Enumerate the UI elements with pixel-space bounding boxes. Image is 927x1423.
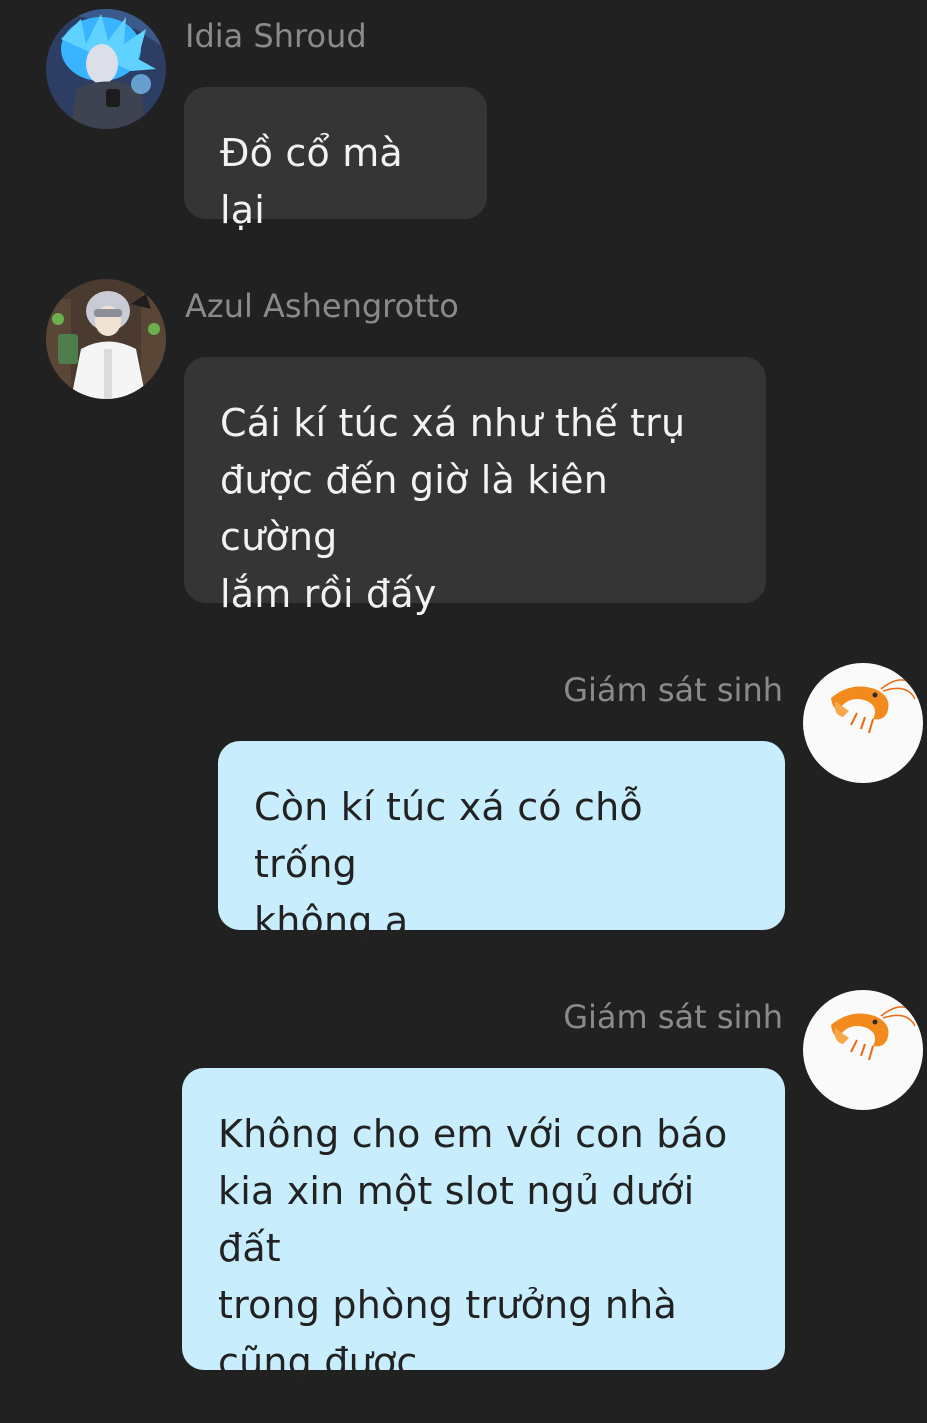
sender-name: Idia Shroud (185, 17, 367, 55)
message-bubble[interactable]: Cái kí túc xá như thế trụ được đến giờ l… (184, 357, 766, 616)
sender-name: Giám sát sinh (563, 998, 783, 1036)
white-coat-character-avatar-icon (46, 279, 166, 399)
sender-avatar[interactable] (803, 663, 923, 783)
sender-name: Giám sát sinh (563, 671, 783, 709)
message-bubble[interactable]: Không cho em với con báo kia xin một slo… (182, 1068, 785, 1384)
shrimp-avatar-icon (803, 990, 923, 1110)
sender-avatar[interactable] (46, 9, 166, 129)
message-bubble[interactable]: Còn kí túc xá có chỗ trống không ạ (218, 741, 785, 943)
sender-name: Azul Ashengrotto (185, 287, 459, 325)
sender-avatar[interactable] (803, 990, 923, 1110)
sender-avatar[interactable] (46, 279, 166, 399)
message-bubble[interactable]: Đồ cổ mà lại (184, 87, 487, 232)
blue-haired-character-avatar-icon (46, 9, 166, 129)
shrimp-avatar-icon (803, 663, 923, 783)
